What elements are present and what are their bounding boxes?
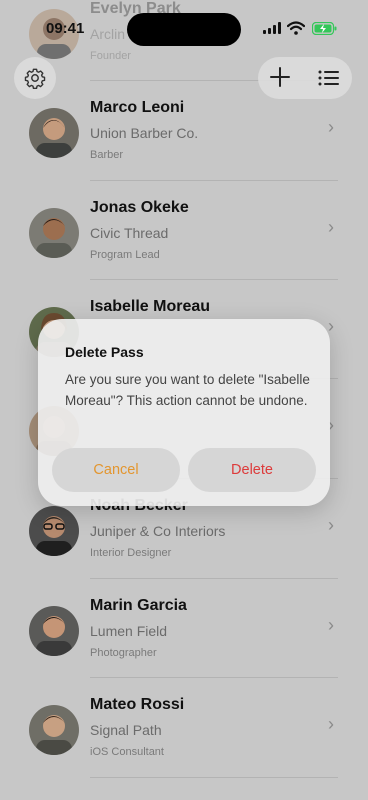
contact-company: Signal Path	[90, 722, 162, 738]
contact-role: Photographer	[90, 647, 157, 659]
avatar	[29, 208, 79, 258]
list-item[interactable]: Mateo Rossi Signal Path iOS Consultant ›	[0, 677, 368, 776]
status-bar: 09:41	[0, 0, 368, 60]
chevron-right-icon: ›	[328, 714, 334, 734]
list-icon	[318, 70, 339, 86]
contact-company: Lumen Field	[90, 623, 168, 639]
cancel-button[interactable]: Cancel	[52, 448, 180, 492]
gear-icon	[24, 68, 46, 89]
contact-company: Civic Thread	[90, 225, 169, 241]
plus-icon	[270, 67, 290, 87]
menu-button[interactable]	[318, 70, 340, 91]
list-item[interactable]: Marin Garcia Lumen Field Photographer ›	[0, 578, 368, 677]
avatar	[29, 606, 79, 656]
contact-name: Jonas Okeke	[90, 199, 189, 216]
contact-name: Marin Garcia	[90, 597, 187, 614]
avatar	[29, 705, 79, 755]
avatar	[29, 108, 79, 158]
divider	[90, 777, 338, 778]
chevron-right-icon: ›	[328, 615, 334, 635]
delete-button[interactable]: Delete	[188, 448, 316, 492]
wifi-icon	[287, 21, 305, 35]
contact-role: Program Lead	[90, 249, 160, 261]
delete-confirmation-dialog: Delete Pass Are you sure you want to del…	[38, 319, 330, 506]
cellular-signal-icon	[263, 22, 281, 34]
contact-name: Mateo Rossi	[90, 696, 185, 713]
chevron-right-icon: ›	[328, 217, 334, 237]
contact-company: Union Barber Co.	[90, 125, 199, 141]
avatar	[29, 506, 79, 556]
contact-role: Barber	[90, 149, 124, 161]
dynamic-island	[127, 13, 241, 46]
list-item[interactable]: Jonas Okeke Civic Thread Program Lead ›	[0, 180, 368, 279]
dialog-message: Are you sure you want to delete "Isabell…	[65, 372, 310, 408]
settings-button[interactable]	[14, 57, 56, 99]
contact-role: Interior Designer	[90, 547, 172, 559]
dialog-title: Delete Pass	[65, 344, 144, 360]
toolbar-actions	[258, 57, 352, 99]
chevron-right-icon: ›	[328, 515, 334, 535]
chevron-right-icon: ›	[328, 316, 334, 336]
contact-name: Marco Leoni	[90, 99, 185, 116]
chevron-right-icon: ›	[328, 117, 334, 137]
status-time: 09:41	[46, 20, 85, 37]
contact-company: Juniper & Co Interiors	[90, 523, 226, 539]
add-button[interactable]	[268, 61, 292, 92]
contact-role: iOS Consultant	[90, 746, 164, 758]
battery-charging-icon	[312, 22, 337, 35]
contact-name: Isabelle Moreau	[90, 298, 211, 315]
